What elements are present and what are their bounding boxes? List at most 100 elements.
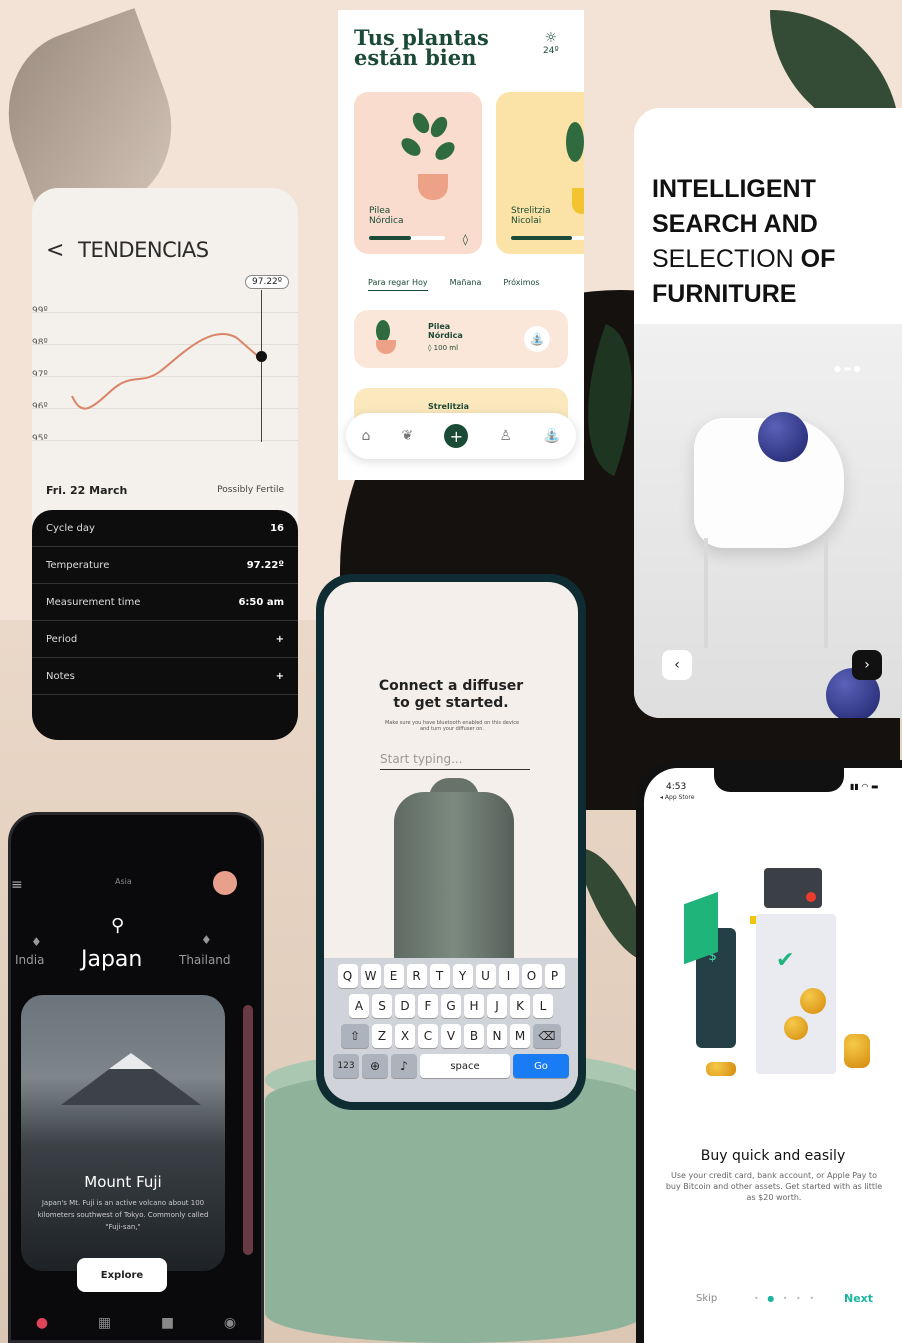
menu-icon[interactable]: ≡ (11, 877, 23, 893)
key-b[interactable]: B (464, 1024, 484, 1048)
cycle-details-table: Cycle day 16 Temperature 97.22º Measuremen… (32, 510, 298, 740)
next-button[interactable]: › (852, 650, 882, 680)
weather-widget: ☼ 24º (543, 30, 559, 56)
back-chevron-icon[interactable]: < (46, 238, 64, 263)
plants-app-screen: Tus plantas están bien ☼ 24º Pilea Nórdic… (338, 10, 584, 480)
watering-can-icon[interactable]: ⛲ (524, 326, 550, 352)
card-logo (806, 892, 816, 902)
tab-upcoming[interactable]: Próximos (503, 278, 539, 291)
cursor-dot[interactable] (256, 351, 267, 362)
plant-icon[interactable]: ❦ (401, 428, 413, 444)
numbers-key[interactable]: 123 (333, 1054, 359, 1078)
list-item[interactable]: Pilea Nórdica ◊ 100 ml ⛲ (354, 310, 568, 368)
backspace-key[interactable]: ⌫ (533, 1024, 561, 1048)
coin-stack (706, 1062, 736, 1076)
table-row[interactable]: Measurement time 6:50 am (32, 584, 298, 621)
water-amount: ◊ 100 ml (428, 344, 459, 352)
key-o[interactable]: O (521, 964, 542, 988)
row-label: Measurement time (46, 596, 141, 608)
country-thailand[interactable]: Thailand (179, 953, 231, 967)
key-e[interactable]: E (383, 964, 404, 988)
key-y[interactable]: Y (452, 964, 473, 988)
skip-button[interactable]: Skip (696, 1293, 717, 1304)
key-p[interactable]: P (544, 964, 565, 988)
phone-screen: 4:53 ◂ App Store ▮▮ ◠ ▬ $ ✔ Buy quick an… (644, 768, 902, 1343)
page-title: Connect a diffuser to get started. (378, 678, 524, 711)
country-india[interactable]: India (15, 953, 44, 967)
status-icons: ▮▮ ◠ ▬ (850, 782, 879, 791)
key-j[interactable]: J (487, 994, 507, 1018)
microphone-icon[interactable]: ♪ (391, 1054, 417, 1078)
plant-name: Pilea Nórdica (428, 322, 463, 340)
key-w[interactable]: W (360, 964, 381, 988)
back-to-app-store[interactable]: ◂ App Store (660, 794, 694, 801)
row-label: Cycle day (46, 522, 95, 534)
temperature-badge: 97.22º (245, 275, 290, 289)
key-m[interactable]: M (510, 1024, 530, 1048)
tab-today[interactable]: Para regar Hoy (368, 278, 428, 291)
key-z[interactable]: Z (372, 1024, 392, 1048)
next-card-peek[interactable] (243, 1005, 253, 1255)
cursor-line (261, 290, 262, 442)
plant-card[interactable]: Strelitzia Nicolai (496, 92, 584, 254)
key-g[interactable]: G (441, 994, 461, 1018)
destination-card[interactable]: Mount Fuji Japan's Mt. Fuji is an active… (21, 995, 225, 1271)
key-l[interactable]: L (533, 994, 553, 1018)
y-tick: 97º (32, 370, 48, 380)
key-h[interactable]: H (464, 994, 484, 1018)
fertility-status: Possibly Fertile (217, 485, 284, 495)
plant-name: Strelitzia (428, 402, 470, 411)
key-c[interactable]: C (418, 1024, 438, 1048)
banknote-illustration (684, 891, 718, 965)
key-f[interactable]: F (418, 994, 438, 1018)
diffuser-search-input[interactable]: Start typing... (380, 752, 530, 770)
key-v[interactable]: V (441, 1024, 461, 1048)
key-n[interactable]: N (487, 1024, 507, 1048)
keyboard-row: ⇧ ZXCVBNM ⌫ (327, 1024, 575, 1048)
shift-key[interactable]: ⇧ (341, 1024, 369, 1048)
plant-pot (376, 340, 396, 354)
key-x[interactable]: X (395, 1024, 415, 1048)
country-japan[interactable]: Japan (81, 947, 142, 972)
phone-notch (714, 768, 844, 792)
prev-button[interactable]: ‹ (662, 650, 692, 680)
space-key[interactable]: space (420, 1054, 510, 1078)
next-button[interactable]: Next (844, 1292, 873, 1305)
home-icon[interactable]: ⌂ (362, 428, 371, 444)
key-q[interactable]: Q (337, 964, 358, 988)
add-period-button[interactable]: + (276, 634, 284, 645)
key-t[interactable]: T (429, 964, 450, 988)
table-row: Temperature 97.22º (32, 547, 298, 584)
key-u[interactable]: U (475, 964, 496, 988)
bottom-nav: ⌂ ❦ + ♙ ⛲ (346, 413, 576, 459)
key-k[interactable]: K (510, 994, 530, 1018)
diffuser-phone: Connect a diffuser to get started. Make … (316, 574, 586, 1110)
keyboard-letters: ZXCVBNM (372, 1024, 530, 1048)
table-row[interactable]: Notes + (32, 658, 298, 695)
key-i[interactable]: I (498, 964, 519, 988)
key-d[interactable]: D (395, 994, 415, 1018)
add-notes-button[interactable]: + (276, 671, 284, 682)
bag-icon[interactable]: ■ (161, 1315, 174, 1331)
watering-can-icon[interactable]: ⛲ (543, 428, 560, 444)
plant-leaf (432, 138, 458, 164)
table-row: Cycle day 16 (32, 510, 298, 547)
headline: INTELLIGENT SEARCH AND SELECTION OF FURN… (652, 172, 835, 312)
plant-leaf (409, 109, 433, 137)
tab-tomorrow[interactable]: Mañana (450, 278, 482, 291)
location-pin-icon[interactable]: ● (36, 1315, 48, 1331)
compass-icon[interactable]: ◉ (224, 1315, 236, 1331)
go-key[interactable]: Go (513, 1054, 569, 1078)
table-row[interactable]: Period + (32, 621, 298, 658)
key-r[interactable]: R (406, 964, 427, 988)
bottom-nav: ● ▦ ■ ◉ (11, 1315, 261, 1331)
globe-icon[interactable]: ⊕ (362, 1054, 388, 1078)
key-a[interactable]: A (349, 994, 369, 1018)
plant-card[interactable]: Pilea Nórdica ◊ (354, 92, 482, 254)
calendar-icon[interactable]: ▦ (98, 1315, 111, 1331)
key-s[interactable]: S (372, 994, 392, 1018)
profile-icon[interactable]: ♙ (499, 428, 512, 444)
explore-button[interactable]: Explore (77, 1258, 167, 1292)
avatar[interactable] (213, 871, 237, 895)
add-plant-button[interactable]: + (444, 424, 469, 448)
